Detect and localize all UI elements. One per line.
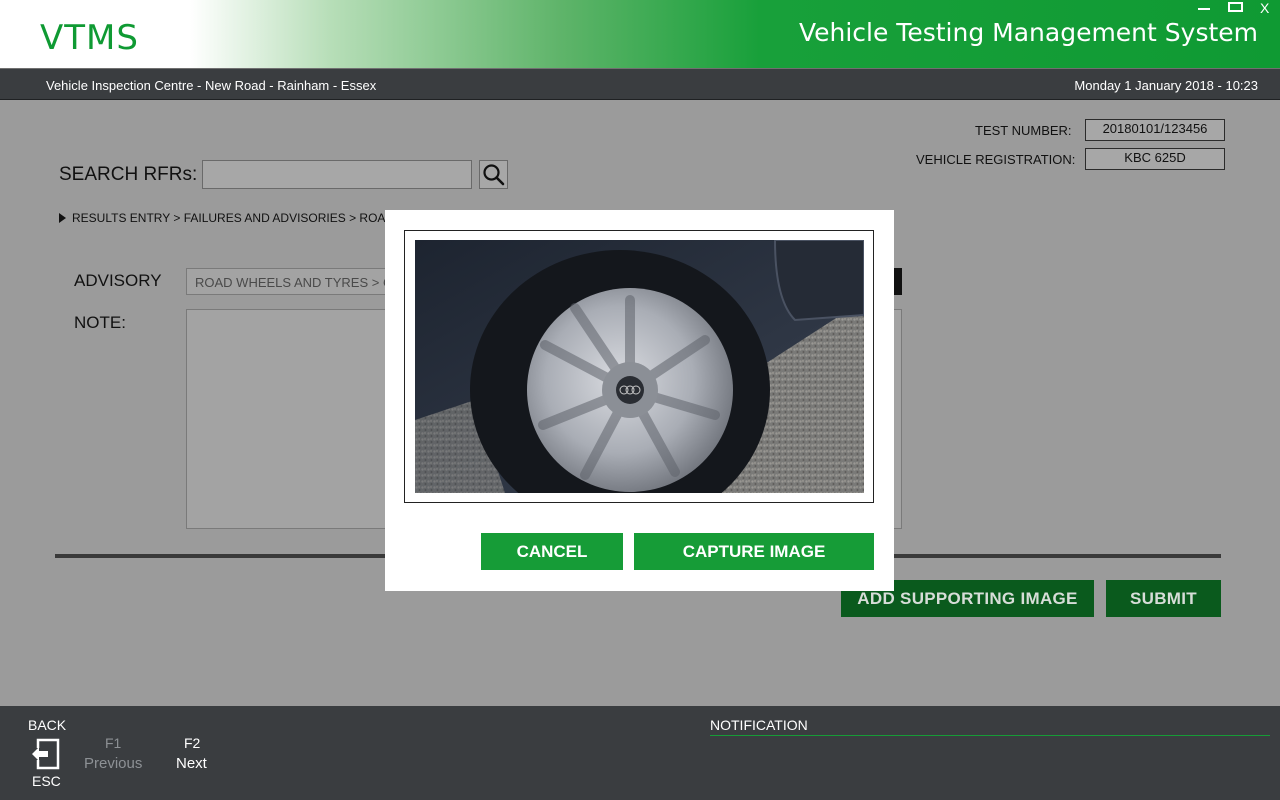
app-header: VTMS Vehicle Testing Management System X <box>0 0 1280 68</box>
camera-preview-frame <box>404 230 874 503</box>
advisory-label: ADVISORY <box>74 271 162 290</box>
triangle-right-icon <box>59 213 66 223</box>
search-input[interactable] <box>202 160 472 189</box>
capture-image-dialog: CANCEL CAPTURE IMAGE <box>385 210 894 591</box>
submit-button[interactable]: SUBMIT <box>1106 580 1221 617</box>
test-number-value: 20180101/123456 <box>1085 119 1225 141</box>
back-label: BACK <box>28 717 67 733</box>
breadcrumb-text: RESULTS ENTRY > FAILURES AND ADVISORIES … <box>72 211 395 225</box>
location-bar: Vehicle Inspection Centre - New Road - R… <box>0 68 1280 100</box>
app-title: Vehicle Testing Management System <box>798 18 1258 47</box>
search-button[interactable] <box>479 160 508 189</box>
f1-key-label: F1 <box>105 735 122 751</box>
f2-key-label: F2 <box>184 735 201 751</box>
search-label: SEARCH RFRs: <box>59 164 198 185</box>
notification-underline <box>710 735 1270 736</box>
tyre-photo <box>415 240 864 493</box>
exit-arrow-icon <box>30 738 60 770</box>
minimize-icon[interactable] <box>1198 8 1210 10</box>
cancel-button[interactable]: CANCEL <box>481 533 623 570</box>
test-number-label: TEST NUMBER: <box>975 123 1072 138</box>
vehicle-registration-value: KBC 625D <box>1085 148 1225 170</box>
note-label: NOTE: <box>74 313 126 332</box>
advisory-dropdown-handle[interactable] <box>893 268 902 295</box>
maximize-icon[interactable] <box>1228 2 1243 12</box>
vtms-logo: VTMS <box>40 18 139 58</box>
vehicle-registration-label: VEHICLE REGISTRATION: <box>916 152 1076 167</box>
back-button[interactable] <box>30 738 60 770</box>
location-text: Vehicle Inspection Centre - New Road - R… <box>46 78 377 93</box>
close-icon[interactable]: X <box>1260 1 1269 15</box>
notification-label: NOTIFICATION <box>710 717 808 733</box>
previous-button[interactable]: Previous <box>84 755 142 772</box>
camera-preview-image <box>415 240 864 493</box>
datetime-text: Monday 1 January 2018 - 10:23 <box>1074 78 1258 93</box>
esc-key-label: ESC <box>32 773 61 789</box>
search-icon <box>483 164 505 186</box>
footer-bar: BACK ESC F1 Previous F2 Next NOTIFICATIO… <box>0 706 1280 800</box>
capture-image-button[interactable]: CAPTURE IMAGE <box>634 533 874 570</box>
breadcrumb[interactable]: RESULTS ENTRY > FAILURES AND ADVISORIES … <box>59 211 394 225</box>
next-button[interactable]: Next <box>176 755 207 772</box>
